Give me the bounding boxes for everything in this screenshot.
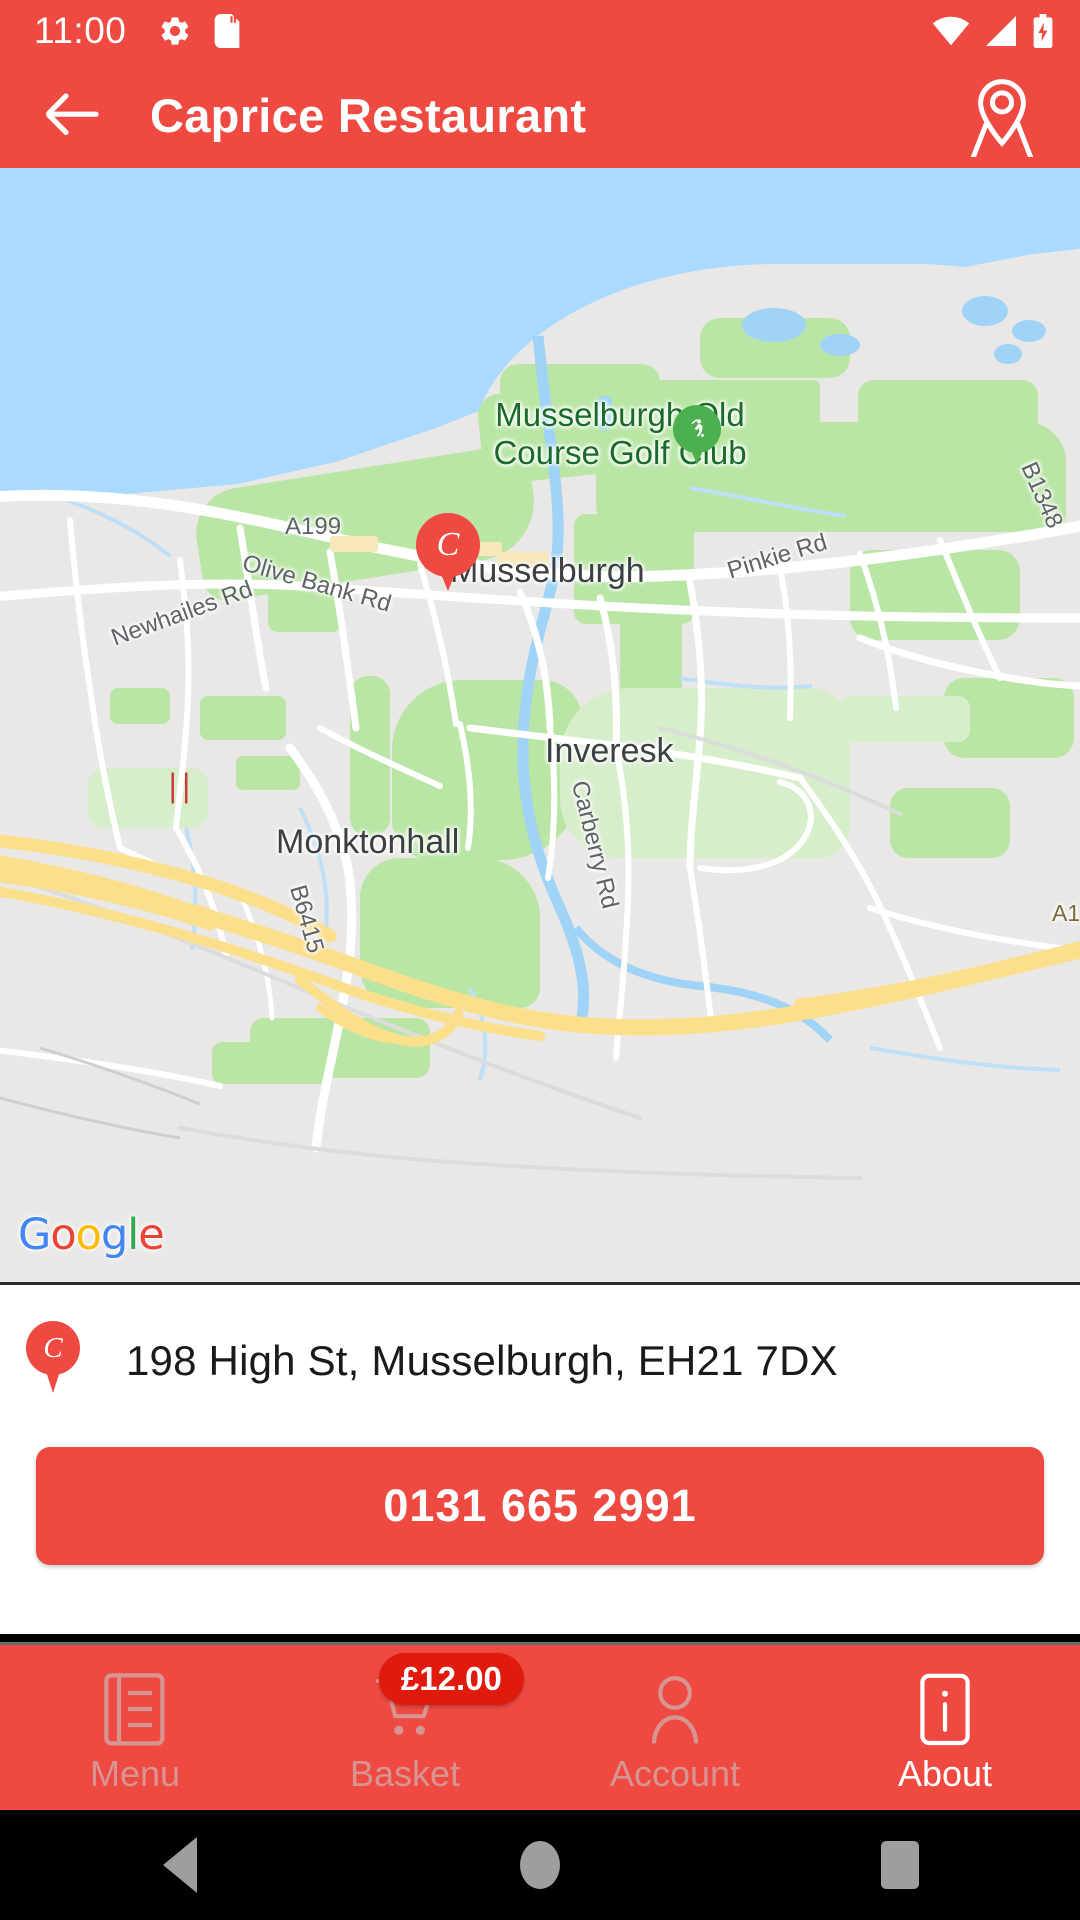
address-row: C 198 High St, Musselburgh, EH21 7DX xyxy=(0,1285,1080,1401)
google-letter-e: e xyxy=(138,1210,164,1260)
info-icon xyxy=(914,1669,976,1747)
android-navigation-bar xyxy=(0,1810,1080,1920)
address-pin-icon: C xyxy=(26,1321,80,1401)
google-letter-G: G xyxy=(18,1210,51,1260)
android-recents-button[interactable] xyxy=(840,1810,960,1920)
restaurant-address: 198 High St, Musselburgh, EH21 7DX xyxy=(126,1337,838,1384)
google-letter-o1: o xyxy=(50,1210,76,1260)
golfer-glyph xyxy=(691,419,704,437)
page-title: Caprice Restaurant xyxy=(150,88,587,142)
golf-marker-icon[interactable] xyxy=(673,405,721,467)
google-letter-l: l xyxy=(127,1210,139,1260)
android-home-button[interactable] xyxy=(480,1810,600,1920)
android-back-button[interactable] xyxy=(120,1810,240,1920)
home-circle-icon xyxy=(520,1841,560,1889)
map-roads xyxy=(0,489,1080,1180)
back-triangle-icon xyxy=(163,1837,197,1893)
address-pin-letter: C xyxy=(43,1331,63,1364)
nav-label-account: Account xyxy=(609,1752,741,1794)
google-attribution: Google xyxy=(18,1210,165,1260)
person-icon xyxy=(644,1669,706,1747)
google-letter-o2: o xyxy=(75,1210,102,1260)
phone-number-label: 0131 665 2991 xyxy=(383,1480,697,1531)
nav-item-about[interactable]: About xyxy=(810,1645,1080,1810)
nav-label-menu: Menu xyxy=(89,1752,181,1794)
status-bar-clock: 11:00 xyxy=(34,10,127,51)
map-label-a199: A199 xyxy=(285,513,342,540)
status-bar: 11:00 xyxy=(0,0,1080,62)
app-root: 11:00 Caprice Restaurant Musselburgh Old… xyxy=(0,0,1080,1920)
arrow-left-icon xyxy=(46,93,99,135)
nav-label-about: About xyxy=(897,1752,993,1794)
nav-item-menu[interactable]: Menu xyxy=(0,1645,270,1810)
status-bar-left-icons xyxy=(158,14,240,48)
nav-label-basket: Basket xyxy=(349,1752,461,1794)
restaurant-location-marker[interactable]: C xyxy=(416,513,480,597)
bottom-navigation: Menu Basket £12.00 Account About xyxy=(0,1642,1080,1810)
map-label-a1: A1 xyxy=(1052,900,1080,926)
map-pin-icon xyxy=(970,79,1034,157)
back-button[interactable] xyxy=(34,77,110,153)
map-view[interactable]: Musselburgh Old Course Golf Club Musselb… xyxy=(0,168,1080,1282)
map-label-golf-club: Musselburgh Old Course Golf Club xyxy=(493,396,747,472)
map-label-inveresk: Inveresk xyxy=(545,732,674,770)
battery-charging-icon xyxy=(1033,14,1053,48)
map-label-monktonhall: Monktonhall xyxy=(276,823,460,861)
basket-total-badge: £12.00 xyxy=(378,1653,524,1705)
marker-logo-letter: C xyxy=(436,526,460,563)
gear-icon xyxy=(162,17,189,45)
train-station-icon: ⎮⎮ xyxy=(166,773,194,803)
wifi-icon xyxy=(932,16,970,46)
status-bar-right-icons xyxy=(932,14,1054,48)
menu-list-icon xyxy=(104,1669,166,1747)
google-letter-g: g xyxy=(100,1210,128,1260)
call-phone-button[interactable]: 0131 665 2991 xyxy=(36,1447,1044,1565)
map-view-button[interactable] xyxy=(958,71,1046,159)
restaurant-info-panel: C 198 High St, Musselburgh, EH21 7DX 013… xyxy=(0,1282,1080,1634)
sd-card-icon xyxy=(214,14,240,48)
nav-item-account[interactable]: Account xyxy=(540,1645,810,1810)
app-header: Caprice Restaurant xyxy=(0,62,1080,168)
cellular-signal-icon xyxy=(986,16,1016,46)
nav-item-basket[interactable]: Basket £12.00 xyxy=(270,1645,540,1810)
recents-square-icon xyxy=(881,1841,919,1889)
